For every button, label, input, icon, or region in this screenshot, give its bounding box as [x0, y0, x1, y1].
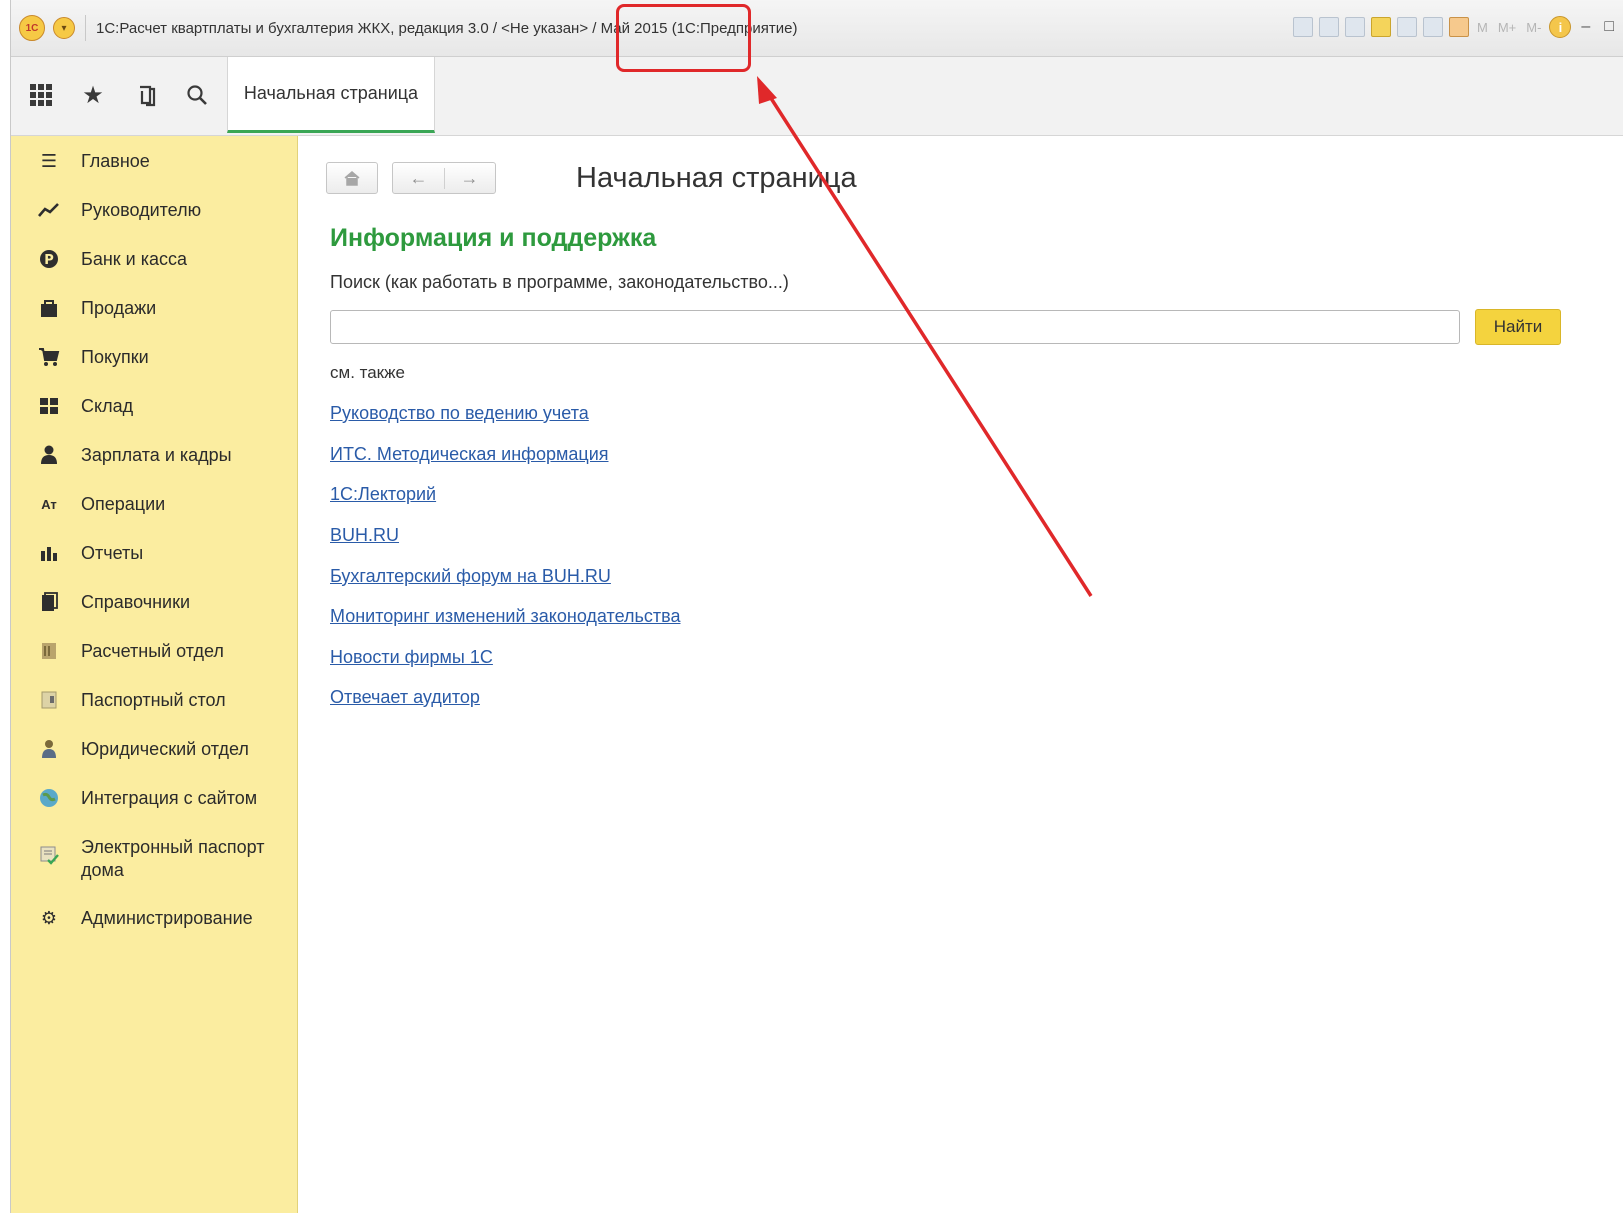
annotation-highlight-box [616, 4, 751, 72]
main-menu-icon[interactable]: ▾ [53, 17, 75, 39]
calendar-icon[interactable] [1448, 17, 1469, 37]
sidebar-item-label: Главное [81, 151, 150, 171]
passport-icon [37, 689, 61, 711]
info-icon[interactable]: i [1549, 16, 1572, 38]
house-passport-icon [37, 844, 61, 866]
back-forward-buttons: ← → [392, 162, 496, 194]
globe-icon [37, 787, 61, 809]
link-buh-ru[interactable]: BUH.RU [330, 525, 399, 546]
link-law-monitoring[interactable]: Мониторинг изменений законодательства [330, 606, 681, 627]
home-button[interactable] [326, 162, 378, 194]
forward-arrow-icon[interactable]: → [445, 168, 495, 189]
history-icon[interactable] [131, 79, 163, 111]
maximize-button[interactable]: □ [1600, 18, 1618, 36]
ruble-icon: Р [37, 248, 61, 270]
favorites-icon[interactable] [1370, 17, 1391, 37]
minimize-button[interactable]: ‒ [1577, 18, 1594, 36]
link-its-methodical[interactable]: ИТС. Методическая информация [330, 444, 609, 465]
sidebar-item-label: Склад [81, 396, 134, 416]
sidebar-item-label: Отчеты [81, 543, 144, 563]
sidebar-item-salary[interactable]: Зарплата и кадры [11, 444, 297, 467]
memory-mplus-button[interactable]: M+ [1496, 20, 1518, 35]
memory-m-button[interactable]: M [1475, 20, 1490, 35]
person-icon [37, 444, 61, 466]
link-1c-news[interactable]: Новости фирмы 1С [330, 647, 493, 668]
legal-icon [37, 738, 61, 760]
app-logo-icon[interactable]: 1С [19, 15, 45, 41]
search-input[interactable] [330, 310, 1460, 344]
bar-chart-icon [37, 542, 61, 564]
title-tools: M M+ M- i ‒ □ [1292, 12, 1623, 42]
sidebar-item-label: Электронный паспорт дома [81, 837, 265, 880]
svg-text:Р: Р [44, 253, 54, 268]
sidebar-item-label: Банк и касса [81, 249, 187, 269]
link-auditor-answers[interactable]: Отвечает аудитор [330, 687, 480, 708]
sidebar-item-label: Покупки [81, 347, 149, 367]
sidebar-item-administration[interactable]: ⚙ Администрирование [11, 907, 297, 930]
sidebar-item-bank[interactable]: Р Банк и касса [11, 248, 297, 271]
save-icon[interactable] [1292, 17, 1313, 37]
sidebar-item-reports[interactable]: Отчеты [11, 542, 297, 565]
search-label: Поиск (как работать в программе, законод… [330, 272, 789, 292]
link-accounting-guide[interactable]: Руководство по ведению учета [330, 403, 589, 424]
sections-sidebar: ☰ Главное Руководителю Р Банк и касса Пр… [11, 136, 298, 1213]
memory-mminus-button[interactable]: M- [1524, 20, 1543, 35]
sidebar-item-warehouse[interactable]: Склад [11, 395, 297, 418]
sidebar-item-label: Интеграция с сайтом [81, 788, 258, 808]
sidebar-item-billing[interactable]: Расчетный отдел [11, 640, 297, 663]
sidebar-item-site-integration[interactable]: Интеграция с сайтом [11, 787, 297, 810]
main-content: ← → Начальная страница Информация и подд… [298, 136, 1623, 1213]
apps-grid-icon[interactable] [25, 79, 57, 111]
see-also-label: см. также [330, 363, 405, 382]
sidebar-item-main[interactable]: ☰ Главное [11, 150, 297, 173]
calculator-icon[interactable] [1422, 17, 1443, 37]
favorites-star-icon[interactable]: ★ [77, 79, 109, 111]
sidebar-item-label: Продажи [81, 298, 157, 318]
calc-dept-icon [37, 640, 61, 662]
bag-icon [37, 297, 61, 319]
section-toolbar: ★ Начальная страница [11, 57, 1623, 136]
page-title: Начальная страница [576, 162, 857, 194]
link-icon[interactable] [1396, 17, 1417, 37]
operations-icon: Ат [41, 496, 57, 512]
sidebar-item-directories[interactable]: Справочники [11, 591, 297, 614]
sidebar-item-label: Расчетный отдел [81, 641, 224, 661]
sidebar-item-passport[interactable]: Паспортный стол [11, 689, 297, 712]
book-icon [37, 591, 61, 613]
sidebar-item-legal[interactable]: Юридический отдел [11, 738, 297, 761]
sidebar-item-label: Справочники [81, 592, 191, 612]
title-bar: 1С ▾ 1С:Расчет квартплаты и бухгалтерия … [11, 0, 1623, 57]
tab-home-page[interactable]: Начальная страница [227, 57, 435, 133]
find-button[interactable]: Найти [1475, 309, 1561, 345]
trend-icon [37, 199, 61, 221]
sidebar-item-sales[interactable]: Продажи [11, 297, 297, 320]
list-icon: ☰ [40, 150, 58, 171]
back-arrow-icon[interactable]: ← [394, 167, 445, 189]
print-icon[interactable] [1318, 17, 1339, 37]
sidebar-item-purchases[interactable]: Покупки [11, 346, 297, 369]
sidebar-item-operations[interactable]: Ат Операции [11, 493, 297, 516]
sidebar-item-label: Руководителю [81, 200, 202, 220]
link-buh-forum[interactable]: Бухгалтерский форум на BUH.RU [330, 566, 611, 587]
sidebar-item-house-passport[interactable]: Электронный паспорт дома [11, 836, 297, 882]
cart-icon [37, 346, 61, 368]
title-separator [85, 15, 86, 41]
sidebar-item-manager[interactable]: Руководителю [11, 199, 297, 222]
sidebar-item-label: Администрирование [81, 908, 253, 928]
gear-icon: ⚙ [40, 907, 58, 928]
sidebar-item-label: Юридический отдел [81, 739, 249, 759]
app-window: 1С ▾ 1С:Расчет квартплаты и бухгалтерия … [10, 0, 1623, 1213]
link-1c-lectorium[interactable]: 1С:Лекторий [330, 484, 436, 505]
section-title: Информация и поддержка [330, 224, 657, 252]
preview-icon[interactable] [1344, 17, 1365, 37]
search-icon[interactable] [181, 79, 213, 111]
sidebar-item-label: Операции [81, 494, 166, 514]
sidebar-item-label: Зарплата и кадры [81, 445, 232, 465]
sidebar-item-label: Паспортный стол [81, 690, 226, 710]
warehouse-icon [37, 395, 61, 417]
